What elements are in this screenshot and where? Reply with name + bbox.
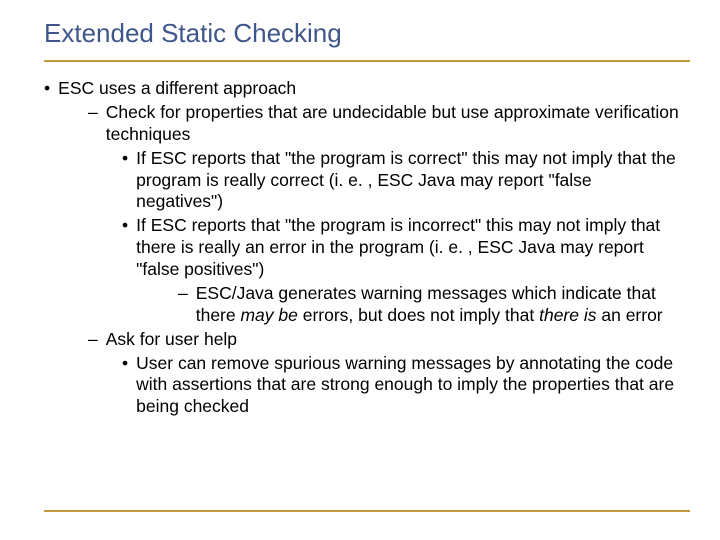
bullet-l1: – Check for properties that are undecida…: [44, 102, 680, 146]
bullet-text: ESC uses a different approach: [58, 78, 680, 100]
bullet-l2: • User can remove spurious warning messa…: [44, 353, 680, 419]
divider-bottom: [44, 510, 690, 512]
bullet-icon: •: [122, 215, 136, 281]
italic-text: there is: [539, 305, 596, 325]
divider-top: [44, 60, 690, 62]
slide-title: Extended Static Checking: [0, 0, 720, 49]
bullet-l3: – ESC/Java generates warning messages wh…: [44, 283, 680, 327]
bullet-text: Check for properties that are undecidabl…: [106, 102, 680, 146]
bullet-l1: – Ask for user help: [44, 329, 680, 351]
bullet-text: If ESC reports that "the program is corr…: [136, 148, 680, 214]
bullet-icon: •: [44, 78, 58, 100]
bullet-text: User can remove spurious warning message…: [136, 353, 680, 419]
dash-icon: –: [88, 102, 106, 146]
bullet-icon: •: [122, 148, 136, 214]
bullet-text: Ask for user help: [106, 329, 680, 351]
bullet-text: If ESC reports that "the program is inco…: [136, 215, 680, 281]
bullet-l0: • ESC uses a different approach: [44, 78, 680, 100]
slide: Extended Static Checking • ESC uses a di…: [0, 0, 720, 540]
dash-icon: –: [88, 329, 106, 351]
text-frag: errors, but does not imply that: [298, 305, 539, 325]
dash-icon: –: [178, 283, 196, 327]
italic-text: may be: [240, 305, 297, 325]
bullet-icon: •: [122, 353, 136, 419]
bullet-text: ESC/Java generates warning messages whic…: [196, 283, 680, 327]
bullet-l2: • If ESC reports that "the program is in…: [44, 215, 680, 281]
bullet-l2: • If ESC reports that "the program is co…: [44, 148, 680, 214]
text-frag: an error: [597, 305, 663, 325]
body-text: • ESC uses a different approach – Check …: [44, 78, 680, 420]
